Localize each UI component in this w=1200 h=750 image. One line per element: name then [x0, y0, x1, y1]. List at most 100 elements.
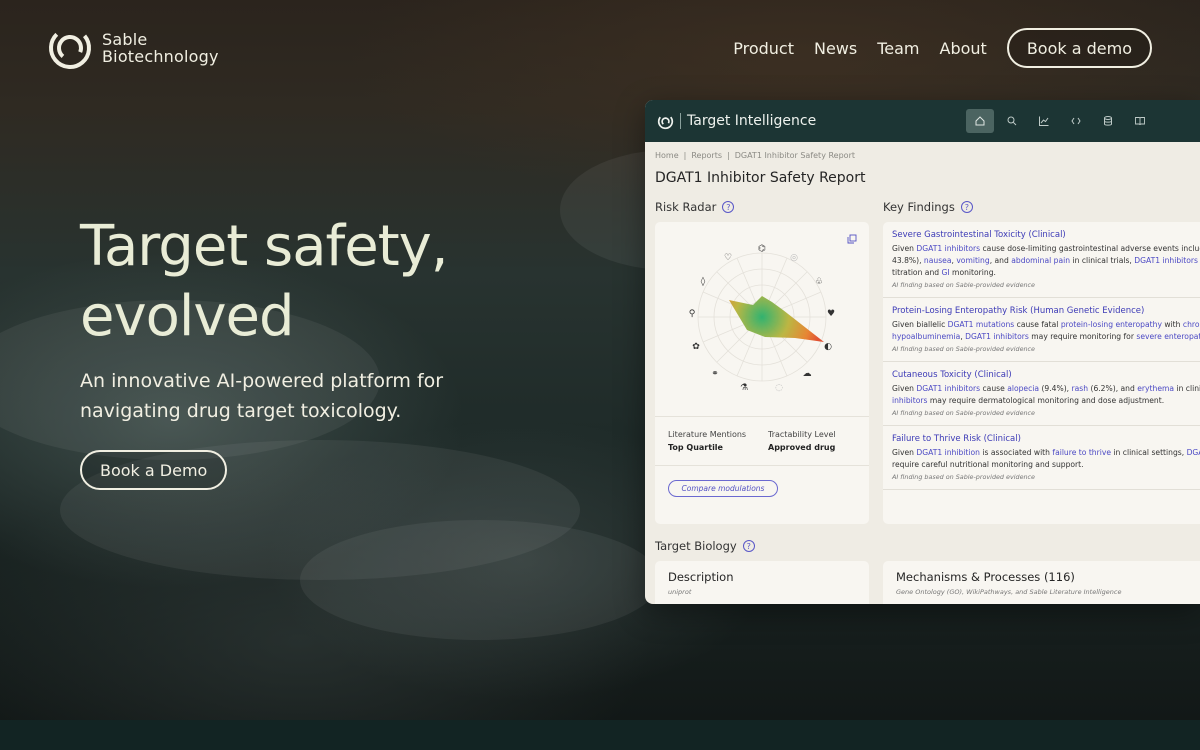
search-icon: [1007, 116, 1017, 126]
finding-body-line: inhibitors may require dermatological mo…: [892, 396, 1165, 405]
finding-item[interactable]: Severe Gastrointestinal Toxicity (Clinic…: [883, 222, 1200, 298]
finding-title[interactable]: Cutaneous Toxicity (Clinical): [892, 370, 1200, 380]
finding-title[interactable]: Failure to Thrive Risk (Clinical): [892, 434, 1200, 444]
mechanisms-card[interactable]: Mechanisms & Processes (116) Gene Ontolo…: [883, 561, 1200, 604]
help-icon[interactable]: ?: [722, 201, 735, 213]
finding-note: AI finding based on Sable-provided evide…: [892, 409, 1035, 417]
breadcrumb-separator: |: [727, 151, 730, 160]
code-icon: [1071, 117, 1081, 125]
help-icon[interactable]: ?: [742, 540, 755, 552]
mechanisms-title: Mechanisms & Processes (116): [896, 570, 1075, 584]
description-card[interactable]: Description uniprot: [655, 561, 869, 604]
kidney-icon: ◐: [824, 342, 832, 352]
liver-icon: ◊: [701, 276, 706, 287]
breadcrumb-home[interactable]: Home: [655, 151, 679, 160]
footer-band: [0, 720, 1200, 750]
hero-subtitle: An innovative AI-powered platform for na…: [80, 370, 444, 422]
finding-title[interactable]: Severe Gastrointestinal Toxicity (Clinic…: [892, 230, 1200, 240]
wave-foam: [300, 520, 660, 640]
lungs-icon: ♧: [815, 277, 823, 287]
pancreas-icon: ◌: [775, 383, 783, 393]
metric-value: Approved drug: [768, 443, 836, 452]
finding-note: AI finding based on Sable-provided evide…: [892, 281, 1035, 289]
description-source: uniprot: [668, 588, 692, 596]
finding-item[interactable]: Failure to Thrive Risk (Clinical) Given …: [883, 426, 1200, 490]
code-tool-button[interactable]: [1062, 109, 1090, 133]
finding-body-line: Given DGAT1 inhibitors cause dose-limiti…: [892, 244, 1200, 253]
mechanisms-source: Gene Ontology (GO), WikiPathways, and Sa…: [896, 588, 1122, 596]
chart-tool-button[interactable]: [1030, 109, 1058, 133]
finding-body-line: titration and GI monitoring.: [892, 268, 996, 277]
app-logo-icon: [657, 113, 674, 129]
metric-label: Literature Mentions: [668, 430, 747, 439]
key-findings-card: Severe Gastrointestinal Toxicity (Clinic…: [883, 222, 1200, 524]
eye-icon: ◎: [790, 253, 798, 263]
product-screenshot-window: Target Intelligence Home | Reports | DGA…: [645, 100, 1200, 604]
muscle-icon: ⚲: [689, 309, 696, 319]
breadcrumb-current: DGAT1 Inhibitor Safety Report: [734, 151, 855, 160]
finding-body-line: 43.8%), nausea, vomiting, and abdominal …: [892, 256, 1198, 265]
breadcrumb-reports[interactable]: Reports: [691, 151, 722, 160]
book-icon: [1135, 117, 1145, 126]
app-toolbar: [966, 109, 1154, 133]
database-tool-button[interactable]: [1094, 109, 1122, 133]
brand-name: Sable Biotechnology: [102, 31, 219, 65]
breadcrumb: Home | Reports | DGAT1 Inhibitor Safety …: [655, 151, 855, 160]
intestine-icon: ✿: [692, 342, 700, 352]
finding-note: AI finding based on Sable-provided evide…: [892, 473, 1035, 481]
book-demo-hero-button[interactable]: Book a Demo: [80, 450, 228, 490]
breadcrumb-separator: |: [683, 151, 687, 160]
risk-radar-chart: ⌬ ♡ ◎ ◊ ♧ ⚲ ♥ ✿ ◐ ⚭ ☁ ⚗ ◌: [689, 244, 835, 393]
finding-body-line: hypoalbuminemia, DGAT1 inhibitors may re…: [892, 332, 1200, 341]
radar-metrics: Literature Mentions Top Quartile Tractab…: [655, 416, 869, 466]
skin-icon: ☁: [803, 369, 812, 379]
finding-title[interactable]: Protein-Losing Enteropathy Risk (Human G…: [892, 306, 1200, 316]
brand-line-1: Sable: [102, 30, 148, 49]
bone-icon: ⚭: [711, 369, 719, 379]
book-demo-nav-button[interactable]: Book a demo: [1006, 28, 1152, 68]
app-title: Target Intelligence: [687, 113, 817, 129]
heart-icon: ♡: [724, 253, 732, 263]
nav-about[interactable]: About: [940, 39, 987, 58]
nav-product[interactable]: Product: [733, 39, 794, 58]
risk-radar-heading: Risk Radar ?: [655, 200, 735, 214]
metric-label: Tractability Level: [768, 430, 836, 439]
target-biology-heading: Target Biology ?: [655, 539, 755, 553]
top-nav: Product News Team About Book a demo: [733, 28, 1152, 68]
finding-item[interactable]: Cutaneous Toxicity (Clinical) Given DGAT…: [883, 362, 1200, 426]
risk-radar-card: ⌬ ♡ ◎ ◊ ♧ ⚲ ♥ ✿ ◐ ⚭ ☁ ⚗ ◌ Literature Men…: [655, 222, 869, 524]
blood-icon: ⚗: [740, 383, 748, 393]
compare-modulations-button[interactable]: Compare modulations: [668, 480, 778, 497]
home-tool-button[interactable]: [966, 109, 994, 133]
finding-body-line: require careful nutritional monitoring a…: [892, 460, 1084, 469]
report-title: DGAT1 Inhibitor Safety Report: [655, 170, 866, 186]
finding-body-line: Given DGAT1 inhibitors cause alopecia (9…: [892, 384, 1200, 393]
finding-body-line: Given biallelic DGAT1 mutations cause fa…: [892, 320, 1200, 329]
nav-news[interactable]: News: [814, 39, 857, 58]
sable-logo-icon: [49, 27, 91, 69]
headline-line-1: Target safety,: [80, 214, 449, 279]
search-tool-button[interactable]: [998, 109, 1026, 133]
home-icon: [975, 116, 985, 126]
finding-item[interactable]: Protein-Losing Enteropathy Risk (Human G…: [883, 298, 1200, 362]
book-tool-button[interactable]: [1126, 109, 1154, 133]
brand-logo[interactable]: Sable Biotechnology: [48, 26, 219, 70]
metric-literature: Literature Mentions Top Quartile: [668, 430, 746, 452]
brain-icon: ⌬: [758, 244, 766, 254]
chart-icon: [1039, 116, 1049, 126]
headline-line-2: evolved: [80, 284, 295, 349]
header-divider: [680, 113, 681, 129]
metric-tractability: Tractability Level Approved drug: [768, 430, 836, 452]
finding-note: AI finding based on Sable-provided evide…: [892, 345, 1035, 353]
hero-headline: Target safety, evolved: [80, 212, 449, 352]
key-findings-heading: Key Findings ?: [883, 200, 973, 214]
help-icon[interactable]: ?: [960, 201, 973, 213]
target-biology-label: Target Biology: [655, 539, 737, 553]
description-title: Description: [668, 570, 734, 584]
key-findings-label: Key Findings: [883, 200, 955, 214]
risk-radar-label: Risk Radar: [655, 200, 717, 214]
database-icon: [1104, 116, 1112, 126]
nav-team[interactable]: Team: [877, 39, 919, 58]
metric-value: Top Quartile: [668, 443, 723, 452]
finding-body-line: Given DGAT1 inhibition is associated wit…: [892, 448, 1200, 457]
